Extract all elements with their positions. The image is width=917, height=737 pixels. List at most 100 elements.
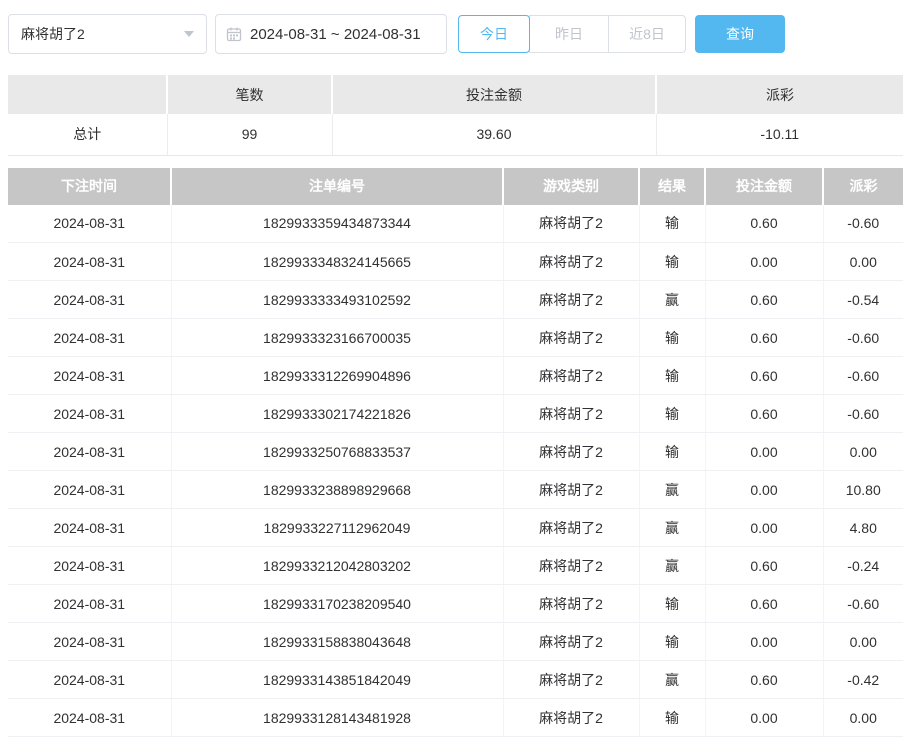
bet-date: 2024-08-31 [8,319,171,357]
game-type: 麻将胡了2 [503,395,639,433]
bet-date: 2024-08-31 [8,395,171,433]
records-header-row: 下注时间 注单编号 游戏类别 结果 投注金额 派彩 [8,168,903,205]
query-button[interactable]: 查询 [695,15,785,53]
table-row: 2024-08-31 1829933359434873344 麻将胡了2 输 0… [8,205,903,243]
game-type: 麻将胡了2 [503,471,639,509]
table-row: 2024-08-31 1829933250768833537 麻将胡了2 输 0… [8,433,903,471]
bet-id: 1829933323166700035 [171,319,503,357]
date-range-picker[interactable]: 2024-08-31 ~ 2024-08-31 [215,14,447,54]
bet-result: 输 [639,319,705,357]
header-game-type: 游戏类别 [503,168,639,205]
bet-date: 2024-08-31 [8,357,171,395]
toolbar: 麻将胡了2 2024-08-31 ~ 2024-08-31 [8,14,909,54]
header-result: 结果 [639,168,705,205]
table-row: 2024-08-31 1829933238898929668 麻将胡了2 赢 0… [8,471,903,509]
bet-result: 赢 [639,471,705,509]
game-type: 麻将胡了2 [503,357,639,395]
table-row: 2024-08-31 1829933143851842049 麻将胡了2 赢 0… [8,661,903,699]
bet-id: 1829933227112962049 [171,509,503,547]
bet-date: 2024-08-31 [8,509,171,547]
bet-result: 输 [639,243,705,281]
table-row: 2024-08-31 1829933128143481928 麻将胡了2 输 0… [8,699,903,737]
bet-payout: 0.00 [823,243,903,281]
summary-payout-value: -10.11 [656,114,903,155]
table-row: 2024-08-31 1829933212042803202 麻将胡了2 赢 0… [8,547,903,585]
bet-payout: -0.60 [823,395,903,433]
calendar-icon [226,26,242,42]
game-select[interactable]: 麻将胡了2 [8,14,207,54]
bet-amount: 0.00 [705,433,823,471]
bet-result: 输 [639,699,705,737]
bet-amount: 0.60 [705,281,823,319]
bet-id: 1829933348324145665 [171,243,503,281]
bet-amount: 0.60 [705,357,823,395]
bet-records-table: 下注时间 注单编号 游戏类别 结果 投注金额 派彩 2024-08-31 182… [8,168,903,737]
bet-result: 输 [639,433,705,471]
table-row: 2024-08-31 1829933323166700035 麻将胡了2 输 0… [8,319,903,357]
bet-result: 输 [639,623,705,661]
summary-header-row: 笔数 投注金额 派彩 [8,75,903,114]
bet-id: 1829933250768833537 [171,433,503,471]
table-row: 2024-08-31 1829933227112962049 麻将胡了2 赢 0… [8,509,903,547]
bet-date: 2024-08-31 [8,661,171,699]
bet-payout: -0.42 [823,661,903,699]
summary-header-blank [8,75,167,114]
bet-payout: 4.80 [823,509,903,547]
game-type: 麻将胡了2 [503,319,639,357]
bet-payout: -0.54 [823,281,903,319]
bet-date: 2024-08-31 [8,547,171,585]
yesterday-button[interactable]: 昨日 [529,15,609,53]
bet-amount: 0.60 [705,205,823,243]
game-type: 麻将胡了2 [503,281,639,319]
today-button[interactable]: 今日 [458,15,530,53]
summary-count-value: 99 [167,114,332,155]
bet-date: 2024-08-31 [8,243,171,281]
header-payout: 派彩 [823,168,903,205]
bet-id: 1829933333493102592 [171,281,503,319]
bet-date: 2024-08-31 [8,205,171,243]
bet-amount: 0.00 [705,699,823,737]
header-bet-id: 注单编号 [171,168,503,205]
bet-amount: 0.60 [705,319,823,357]
table-row: 2024-08-31 1829933158838043648 麻将胡了2 输 0… [8,623,903,661]
game-type: 麻将胡了2 [503,433,639,471]
bet-payout: 0.00 [823,699,903,737]
last-8-days-button[interactable]: 近8日 [608,15,686,53]
bet-amount: 0.60 [705,547,823,585]
summary-header-count: 笔数 [167,75,332,114]
bet-payout: -0.24 [823,547,903,585]
summary-bet-amount-value: 39.60 [332,114,656,155]
bet-payout: 0.00 [823,623,903,661]
bet-result: 输 [639,357,705,395]
chevron-down-icon [184,31,194,37]
bet-table-body: 2024-08-31 1829933359434873344 麻将胡了2 输 0… [8,205,903,737]
bet-amount: 0.00 [705,471,823,509]
table-row: 2024-08-31 1829933170238209540 麻将胡了2 输 0… [8,585,903,623]
bet-amount: 0.60 [705,585,823,623]
bet-date: 2024-08-31 [8,433,171,471]
bet-amount: 0.00 [705,243,823,281]
bet-date: 2024-08-31 [8,471,171,509]
date-range-value: 2024-08-31 ~ 2024-08-31 [250,26,421,43]
table-row: 2024-08-31 1829933333493102592 麻将胡了2 赢 0… [8,281,903,319]
game-type: 麻将胡了2 [503,547,639,585]
game-type: 麻将胡了2 [503,243,639,281]
bet-id: 1829933212042803202 [171,547,503,585]
bet-amount: 0.60 [705,395,823,433]
bet-id: 1829933143851842049 [171,661,503,699]
bet-result: 赢 [639,661,705,699]
game-type: 麻将胡了2 [503,585,639,623]
bet-payout: -0.60 [823,205,903,243]
summary-total-label: 总计 [8,114,167,155]
game-type: 麻将胡了2 [503,509,639,547]
bet-result: 赢 [639,281,705,319]
bet-payout: -0.60 [823,319,903,357]
bet-amount: 0.00 [705,509,823,547]
bet-date: 2024-08-31 [8,281,171,319]
bet-id: 1829933302174221826 [171,395,503,433]
summary-total-row: 总计 99 39.60 -10.11 [8,114,903,155]
header-bet-amount: 投注金额 [705,168,823,205]
bet-date: 2024-08-31 [8,585,171,623]
bet-result: 输 [639,585,705,623]
bet-id: 1829933128143481928 [171,699,503,737]
